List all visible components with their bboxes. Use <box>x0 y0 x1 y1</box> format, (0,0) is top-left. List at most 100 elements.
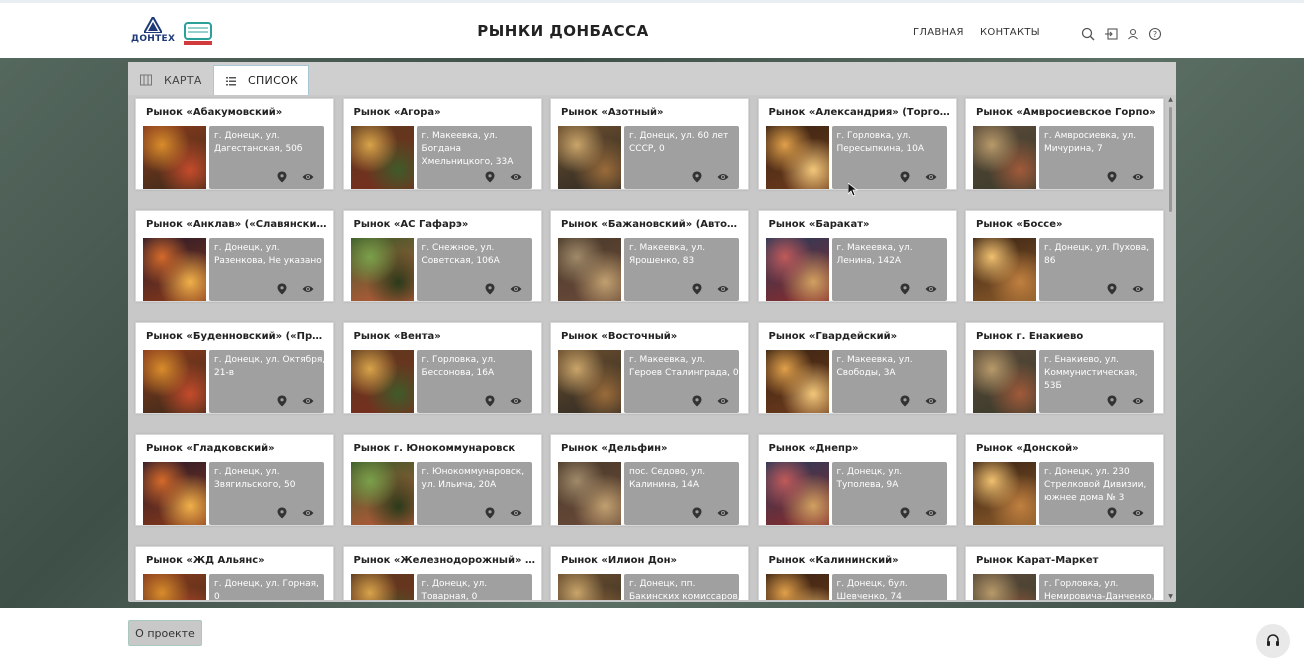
scroll-thumb[interactable] <box>1169 107 1172 212</box>
market-photo[interactable] <box>973 574 1036 600</box>
map-pin-icon[interactable] <box>1106 283 1118 295</box>
tab-list[interactable]: СПИСОК <box>213 65 309 95</box>
market-photo[interactable] <box>765 350 829 413</box>
market-name[interactable]: Рынок Карат-Маркет <box>976 555 1158 566</box>
market-name[interactable]: Рынок «Амвросиевское Горпо» <box>976 107 1158 118</box>
market-card[interactable]: Рынок «Донской» г. Донецк, ул. 230 Стрелк… <box>965 434 1164 526</box>
market-photo[interactable] <box>765 126 829 189</box>
market-card[interactable]: Рынок г. Юнокоммунаровск г. Юнокоммунаров… <box>342 434 542 526</box>
view-eye-icon[interactable] <box>510 508 522 518</box>
market-name[interactable]: Рынок «Агора» <box>354 107 536 118</box>
scroll-up-icon[interactable]: ▲ <box>1167 97 1174 103</box>
market-card[interactable]: Рынок «Баракат» г. Макеевка, ул. Ленина, … <box>757 210 957 302</box>
view-eye-icon[interactable] <box>302 284 314 294</box>
market-name[interactable]: Рынок «Баракат» <box>769 219 951 230</box>
view-eye-icon[interactable] <box>302 396 314 406</box>
market-photo[interactable] <box>350 350 414 413</box>
view-eye-icon[interactable] <box>1132 284 1144 294</box>
map-pin-icon[interactable] <box>899 171 911 183</box>
map-pin-icon[interactable] <box>1106 507 1118 519</box>
map-pin-icon[interactable] <box>691 283 703 295</box>
map-pin-icon[interactable] <box>691 395 703 407</box>
map-pin-icon[interactable] <box>1106 395 1118 407</box>
view-eye-icon[interactable] <box>1132 172 1144 182</box>
map-pin-icon[interactable] <box>484 171 496 183</box>
market-photo[interactable] <box>143 462 206 525</box>
market-name[interactable]: Рынок «Александрия» (Торговый центр) <box>769 107 951 118</box>
view-eye-icon[interactable] <box>925 284 937 294</box>
market-photo[interactable] <box>765 238 829 301</box>
market-name[interactable]: Рынок «ЖД Альянс» <box>146 555 328 566</box>
market-card[interactable]: Рынок «Калининский» г. Донецк, бул. Шевче… <box>757 546 957 600</box>
market-card[interactable]: Рынок Карат-Маркет г. Горловка, ул. Немир… <box>965 546 1164 600</box>
market-name[interactable]: Рынок «Дельфин» <box>561 443 743 454</box>
market-photo[interactable] <box>143 238 206 301</box>
view-eye-icon[interactable] <box>302 172 314 182</box>
market-card[interactable]: Рынок «Агора» г. Макеевка, ул. Богдана Хм… <box>342 98 542 190</box>
market-card[interactable]: Рынок «Днепр» г. Донецк, ул. Туполева, 9А <box>757 434 957 526</box>
market-name[interactable]: Рынок «Гладковский» <box>146 443 328 454</box>
map-pin-icon[interactable] <box>484 395 496 407</box>
map-pin-icon[interactable] <box>691 507 703 519</box>
market-name[interactable]: Рынок «Абакумовский» <box>146 107 328 118</box>
market-name[interactable]: Рынок «Боссе» <box>976 219 1158 230</box>
map-pin-icon[interactable] <box>1106 171 1118 183</box>
market-name[interactable]: Рынок «Буденновский» («Продукты») <box>146 331 328 342</box>
nav-home-link[interactable]: ГЛАВНАЯ <box>913 27 964 38</box>
market-name[interactable]: Рынок «Калининский» <box>769 555 951 566</box>
view-eye-icon[interactable] <box>510 396 522 406</box>
market-photo[interactable] <box>973 462 1036 525</box>
view-eye-icon[interactable] <box>925 396 937 406</box>
market-card[interactable]: Рынок «Амвросиевское Горпо» г. Амвросиевк… <box>965 98 1164 190</box>
view-eye-icon[interactable] <box>717 172 729 182</box>
view-eye-icon[interactable] <box>1132 396 1144 406</box>
market-card[interactable]: Рынок «Буденновский» («Продукты») г. Доне… <box>135 322 334 414</box>
market-photo[interactable] <box>558 126 621 189</box>
market-card[interactable]: Рынок «Дельфин» пос. Седово, ул. Калинина… <box>550 434 749 526</box>
market-photo[interactable] <box>143 126 206 189</box>
login-icon[interactable] <box>1104 26 1118 40</box>
view-eye-icon[interactable] <box>717 284 729 294</box>
map-pin-icon[interactable] <box>484 507 496 519</box>
map-pin-icon[interactable] <box>899 283 911 295</box>
market-card[interactable]: Рынок «Абакумовский» г. Донецк, ул. Дагес… <box>135 98 334 190</box>
market-list[interactable]: Рынок «Абакумовский» г. Донецк, ул. Дагес… <box>132 97 1166 600</box>
market-name[interactable]: Рынок «Восточный» <box>561 331 743 342</box>
market-name[interactable]: Рынок г. Енакиево <box>976 331 1158 342</box>
scroll-down-icon[interactable]: ▼ <box>1167 594 1174 600</box>
market-card[interactable]: Рынок «АС Гафарэ» г. Снежное, ул. Советск… <box>342 210 542 302</box>
map-pin-icon[interactable] <box>691 171 703 183</box>
map-pin-icon[interactable] <box>276 507 288 519</box>
market-name[interactable]: Рынок «Вента» <box>354 331 536 342</box>
search-icon[interactable] <box>1081 26 1095 41</box>
market-card[interactable]: Рынок «Вента» г. Горловка, ул. Бессонова,… <box>342 322 542 414</box>
map-pin-icon[interactable] <box>276 171 288 183</box>
market-card[interactable]: Рынок «Александрия» (Торговый центр) г. Г… <box>757 98 957 190</box>
map-pin-icon[interactable] <box>276 395 288 407</box>
market-photo[interactable] <box>973 126 1036 189</box>
market-name[interactable]: Рынок «Днепр» <box>769 443 951 454</box>
view-eye-icon[interactable] <box>510 284 522 294</box>
user-icon[interactable] <box>1126 26 1140 40</box>
view-eye-icon[interactable] <box>717 508 729 518</box>
market-name[interactable]: Рынок «Гвардейский» <box>769 331 951 342</box>
market-name[interactable]: Рынок «Донской» <box>976 443 1158 454</box>
market-name[interactable]: Рынок «Азотный» <box>561 107 743 118</box>
tab-map[interactable]: КАРТА <box>128 65 213 95</box>
view-eye-icon[interactable] <box>302 508 314 518</box>
market-photo[interactable] <box>558 238 621 301</box>
market-name[interactable]: Рынок «Анклав» («Славянский рынок») <box>146 219 328 230</box>
market-photo[interactable] <box>350 462 414 525</box>
market-photo[interactable] <box>558 350 621 413</box>
market-name[interactable]: Рынок «АС Гафарэ» <box>354 219 536 230</box>
market-card[interactable]: Рынок «Гвардейский» г. Макеевка, ул. Своб… <box>757 322 957 414</box>
view-eye-icon[interactable] <box>925 172 937 182</box>
view-eye-icon[interactable] <box>1132 508 1144 518</box>
market-card[interactable]: Рынок «Анклав» («Славянский рынок») г. До… <box>135 210 334 302</box>
market-card[interactable]: Рынок «Боссе» г. Донецк, ул. Пухова, 86 <box>965 210 1164 302</box>
nav-contacts-link[interactable]: КОНТАКТЫ <box>980 27 1040 38</box>
map-pin-icon[interactable] <box>276 283 288 295</box>
market-photo[interactable] <box>558 574 621 600</box>
market-photo[interactable] <box>558 462 621 525</box>
view-eye-icon[interactable] <box>510 172 522 182</box>
